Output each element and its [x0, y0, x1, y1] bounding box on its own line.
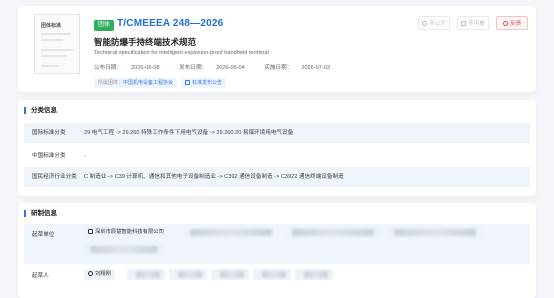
industry-row: 国民经济行业分类 C 制造业 -> C39 计算机、通信和其他电子设备制造业 -… — [24, 167, 530, 187]
drafter-person-chip[interactable]: 刘翔刚 — [84, 269, 115, 280]
drafter-unit-chip-redacted[interactable] — [84, 244, 164, 255]
standard-dates: 公布日期： 2026-06-08 发布日期： 2026-06-04 实施日期： 202… — [94, 63, 348, 71]
implement-date: 实施日期： 2026-07-03 — [264, 65, 330, 71]
development-card: 研制信息 起草单位 深圳市辰楚智能科技有限公司 起草人 刘翔刚 — [18, 203, 536, 298]
issue-date: 发布日期： 2026-06-04 — [179, 65, 245, 71]
drafter-person-chip-redacted[interactable] — [211, 269, 249, 280]
drafter-unit-chip[interactable]: 深圳市辰楚智能科技有限公司 — [84, 227, 168, 238]
drafter-unit-chip-redacted[interactable] — [184, 227, 279, 238]
ics-row: 国际标准分类 29 电气工程 -> 29.260 特殊工作条件下用电气设备 ->… — [24, 123, 530, 143]
warning-icon — [502, 21, 508, 26]
drafter-unit-chip-redacted[interactable] — [286, 227, 381, 238]
drafter-person-chip-redacted[interactable] — [127, 269, 165, 280]
classification-section-title: 分类信息 — [24, 107, 57, 114]
standard-title-en: Technical specification for intelligent … — [94, 50, 269, 56]
drafter-person-chip-redacted[interactable] — [169, 269, 207, 280]
group-standard-badge: 团体 — [94, 20, 115, 31]
hide-icon — [461, 21, 467, 26]
user-icon — [88, 271, 93, 276]
development-section-title: 研制信息 — [24, 210, 57, 217]
classification-card: 分类信息 国际标准分类 29 电气工程 -> 29.260 特殊工作条件下用电气… — [18, 100, 536, 196]
standard-title-cn: 智能防爆手持终端技术规范 — [94, 37, 197, 47]
unpublic-button[interactable]: 不公开 — [418, 16, 450, 30]
drafters-row: 起草人 刘翔刚 — [24, 266, 530, 286]
standard-cover-thumbnail[interactable]: 团体标准 — [34, 14, 80, 74]
drafter-person-chip-redacted[interactable] — [253, 269, 291, 280]
eye-icon — [422, 21, 428, 26]
group-org-tag[interactable]: 所属团体：中国机电设备工程协会 — [94, 78, 178, 88]
publish-date: 公布日期： 2026-06-08 — [94, 65, 160, 71]
drafter-person-chip-redacted[interactable] — [295, 269, 333, 280]
drafter-units-row: 起草单位 深圳市辰楚智能科技有限公司 — [24, 224, 530, 264]
cover-title: 团体标准 — [41, 23, 62, 29]
discard-button[interactable]: 不可看 — [457, 16, 489, 30]
publish-notice-link[interactable]: 标准发布公告 — [181, 78, 227, 88]
drafter-unit-chip-redacted[interactable] — [388, 227, 483, 238]
standard-code: T/CMEEEA 248—2026 — [117, 18, 224, 29]
feedback-button[interactable]: 反馈 — [496, 16, 528, 30]
ccs-row: 中国标准分类 - — [32, 153, 86, 159]
document-icon — [185, 80, 191, 85]
building-icon — [88, 229, 93, 234]
standard-header-card: 团体标准 团体 T/CMEEEA 248—2026 智能防爆手持终端技术规范 T… — [18, 6, 536, 92]
